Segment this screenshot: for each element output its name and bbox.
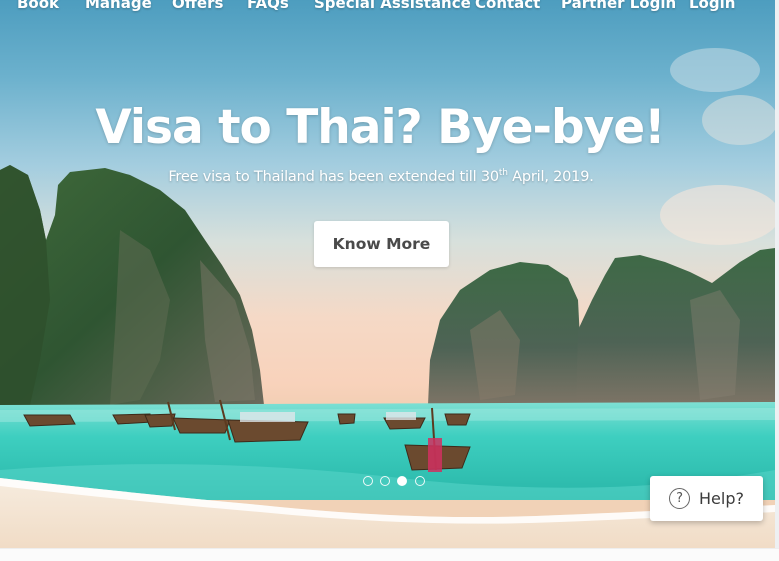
help-label: Help? <box>699 489 744 508</box>
know-more-button[interactable]: Know More <box>314 221 449 267</box>
hero-banner: Book Manage Offers FAQs Special Assistan… <box>0 0 775 548</box>
carousel-dot-3[interactable] <box>397 476 407 486</box>
hero-headline: Visa to Thai? Bye-bye! <box>95 100 665 155</box>
nav-item-partner-login[interactable]: Partner Login <box>561 0 676 12</box>
page-content-start <box>0 548 779 561</box>
hero-subline-date: April, 2019. <box>507 169 594 185</box>
help-button[interactable]: ? Help? <box>650 476 763 521</box>
hero-subline-ordinal: th <box>498 168 508 178</box>
hero-subline: Free visa to Thailand has been extended … <box>0 168 762 185</box>
nav-item-login[interactable]: Login <box>689 0 735 12</box>
nav-item-manage[interactable]: Manage <box>85 0 152 12</box>
carousel-dot-1[interactable] <box>363 476 373 486</box>
nav-item-contact[interactable]: Contact <box>475 0 540 12</box>
top-navigation: Book Manage Offers FAQs Special Assistan… <box>0 0 775 16</box>
nav-item-book[interactable]: Book <box>17 0 59 12</box>
hero-background-image <box>0 48 775 548</box>
window-edge <box>775 0 779 548</box>
nav-item-special-assistance[interactable]: Special Assistance <box>314 0 471 12</box>
nav-item-faqs[interactable]: FAQs <box>247 0 289 12</box>
nav-item-offers[interactable]: Offers <box>172 0 223 12</box>
hero-subline-text: Free visa to Thailand has been extended … <box>168 169 499 185</box>
carousel-indicators <box>363 476 433 486</box>
carousel-dot-4[interactable] <box>415 476 425 486</box>
question-circle-icon: ? <box>669 488 691 509</box>
carousel-dot-2[interactable] <box>380 476 390 486</box>
